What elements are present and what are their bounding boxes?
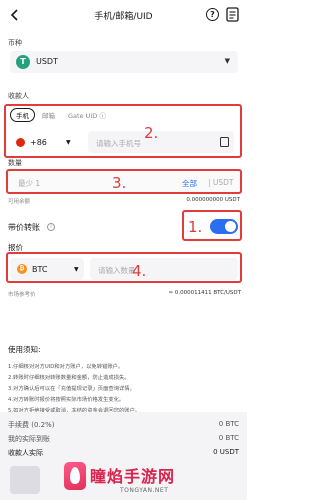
note-item: 4.对方转账时报价将按照实际市场价格发生变化。 (8, 397, 125, 403)
annotation-number-1: 1. (188, 218, 203, 236)
contacts-icon[interactable] (220, 137, 229, 147)
currency-selector[interactable]: T USDT ▼ (10, 51, 238, 73)
tab-phone[interactable]: 手机 (10, 108, 35, 122)
country-code[interactable]: +86 (30, 138, 47, 147)
receiver-actual-value: 0 USDT (213, 448, 239, 456)
quote-transfer-label: 带价转账 (8, 223, 40, 232)
all-button[interactable]: 全部 (182, 178, 197, 189)
tab-email[interactable]: 邮箱 (42, 110, 55, 120)
btc-icon: ₿ (17, 264, 27, 274)
actual-pay-label: 我的实际到账 (8, 435, 50, 443)
note-item: 3.对方确认后可以在「充值提现记录」页面查询详情。 (8, 386, 135, 392)
quote-transfer-toggle[interactable] (210, 219, 238, 234)
tab-gate-uid[interactable]: Gate UID ⓘ (68, 110, 106, 120)
available-value: 0.000000000 USDT (186, 197, 240, 203)
amount-unit: | USDT (208, 178, 234, 187)
top-bar: 手机/邮箱/UID ? (0, 0, 247, 30)
info-icon[interactable]: i (47, 223, 55, 231)
fee-label: 手续费 (0.2%) (8, 421, 55, 429)
recipient-label: 收款人 (8, 92, 29, 100)
receiver-actual-label: 收款人实际 (8, 449, 43, 457)
note-item: 1.仔细核对对方UID和对方账户，以免转错账户。 (8, 364, 124, 370)
watermark-title: 瞳焰手游网 (90, 467, 176, 486)
annotation-number-4: 4. (132, 262, 147, 280)
quote-currency-value: BTC (32, 265, 48, 274)
document-icon[interactable] (226, 7, 239, 22)
china-flag-icon (16, 138, 25, 147)
currency-value: USDT (36, 57, 58, 66)
chevron-down-icon[interactable]: ▼ (66, 139, 71, 146)
help-icon[interactable]: ? (206, 8, 219, 21)
currency-label: 币种 (8, 39, 22, 47)
annotation-number-3: 3. (112, 174, 127, 192)
chevron-down-icon: ▼ (74, 266, 79, 273)
flame-icon (70, 467, 80, 484)
actual-pay-value: 0 BTC (218, 434, 239, 442)
quote-input-placeholder: 请输入数量 (98, 266, 136, 275)
reference-price-label: 市场参考价 (8, 292, 36, 298)
annotation-number-2: 2. (144, 124, 159, 142)
note-item: 2.转账时仔细核对转账数量和金额，防止造成损失。 (8, 375, 130, 381)
submit-button[interactable] (10, 466, 40, 494)
notes-title: 使用须知: (8, 345, 41, 354)
reference-price-value: ≈ 0.000011411 BTC/USDT (168, 290, 241, 296)
toggle-knob (225, 221, 236, 232)
watermark-domain: TONGYAN.NET (120, 487, 169, 494)
fee-value: 0 BTC (218, 420, 239, 428)
phone-input-placeholder: 请输入手机号 (96, 139, 141, 148)
available-label: 可用余额 (8, 199, 31, 205)
usdt-icon: T (16, 55, 30, 69)
chevron-down-icon: ▼ (224, 57, 230, 65)
amount-label: 数量 (8, 159, 22, 167)
amount-placeholder: 最少 1 (18, 179, 41, 188)
